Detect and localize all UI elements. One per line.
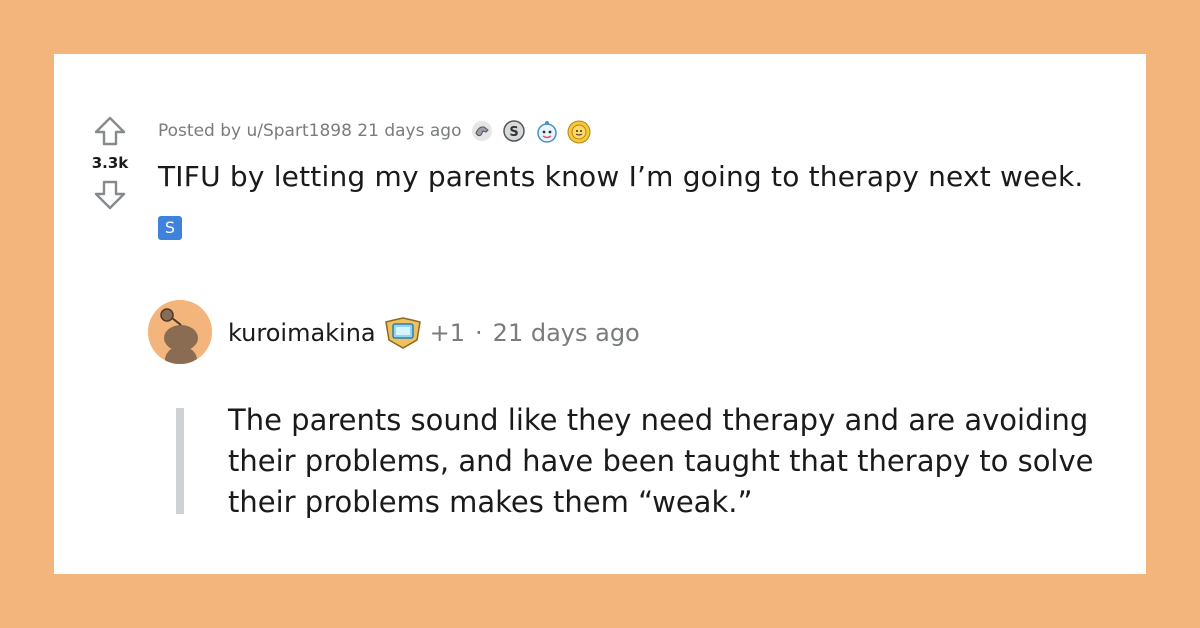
gold-sun-award-icon[interactable] xyxy=(567,120,591,144)
post-meta: Posted by u/Spart1898 21 days ago S xyxy=(158,118,591,144)
posted-by-text[interactable]: Posted by u/Spart1898 21 days ago xyxy=(158,121,461,141)
comment-username[interactable]: kuroimakina xyxy=(228,319,376,347)
upvote-arrow-icon[interactable] xyxy=(84,116,136,146)
snoo-avatar-icon xyxy=(148,300,212,364)
downvote-arrow-icon[interactable] xyxy=(84,180,136,210)
silver-hand-award-icon[interactable] xyxy=(471,120,493,142)
post-card: 3.3k Posted by u/Spart1898 21 days ago S xyxy=(54,54,1146,574)
comment-timestamp[interactable]: 21 days ago xyxy=(493,319,640,347)
comment-thread-line[interactable] xyxy=(176,408,184,514)
s-coin-award-icon[interactable]: S xyxy=(503,120,526,142)
user-flair-badge-icon xyxy=(384,316,422,350)
svg-text:S: S xyxy=(510,125,519,140)
avatar[interactable] xyxy=(148,300,212,364)
vote-column: 3.3k xyxy=(84,116,136,210)
wholesome-seal-award-icon[interactable] xyxy=(535,120,558,143)
post-flair[interactable]: S xyxy=(158,216,182,240)
post-title[interactable]: TIFU by letting my parents know I’m goin… xyxy=(158,160,1084,193)
meta-separator: · xyxy=(475,319,483,347)
comment-body: The parents sound like they need therapy… xyxy=(228,403,1094,519)
comment-header: kuroimakina +1 · 21 days ago xyxy=(228,316,640,350)
vote-count: 3.3k xyxy=(91,154,129,172)
comment-score: +1 xyxy=(429,319,466,347)
